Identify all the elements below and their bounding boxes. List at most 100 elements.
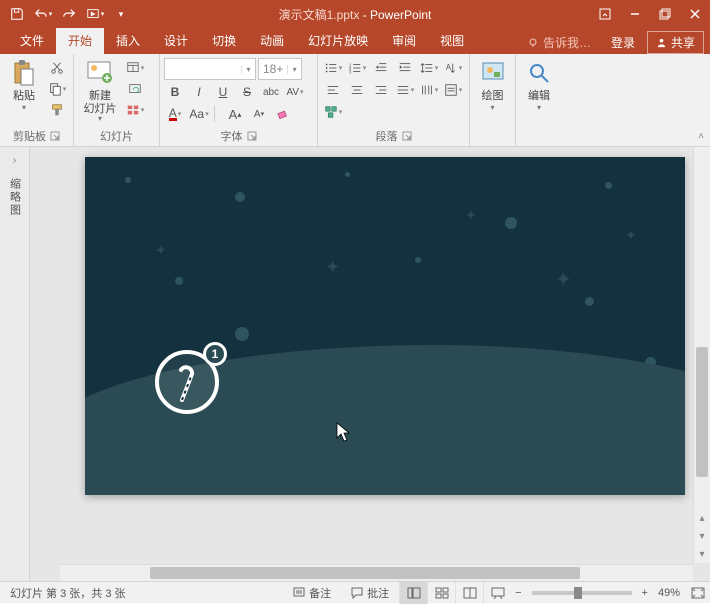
close-button[interactable] [680, 0, 710, 28]
line-spacing-button[interactable]: ▾ [418, 58, 440, 78]
chevron-down-icon: ▾ [287, 65, 301, 74]
copy-button[interactable]: ▾ [46, 79, 68, 99]
align-left-button[interactable] [322, 80, 344, 100]
window-controls [590, 0, 710, 28]
zoom-out-button[interactable]: − [511, 587, 525, 599]
signin-button[interactable]: 登录 [601, 34, 645, 51]
editing-button[interactable]: 编辑 ▾ [520, 56, 558, 112]
minimize-button[interactable] [620, 0, 650, 28]
sorter-view-button[interactable] [427, 582, 455, 604]
zoom-percent[interactable]: 49% [652, 587, 686, 599]
scroll-down-button[interactable]: ▾ [694, 545, 710, 563]
layout-button[interactable]: ▾ [124, 58, 146, 78]
bold-button[interactable]: B [164, 82, 186, 102]
tab-view[interactable]: 视图 [428, 28, 476, 54]
bullets-button[interactable]: ▾ [322, 58, 344, 78]
char-spacing-button[interactable]: AV▾ [284, 82, 306, 102]
text-direction-icon: A [444, 61, 458, 75]
numbering-icon: 123 [348, 61, 362, 75]
tab-insert[interactable]: 插入 [104, 28, 152, 54]
italic-button[interactable]: I [188, 82, 210, 102]
scrollbar-thumb[interactable] [150, 567, 580, 579]
tab-file[interactable]: 文件 [8, 28, 56, 54]
group-font: ▾ 18+▾ B I U S abc AV▾ A▾ Aa▾ A▴ A▾ 字体 [160, 54, 318, 146]
shadow-button[interactable]: abc [260, 82, 282, 102]
slide-counter[interactable]: 幻灯片 第 3 张，共 3 张 [0, 585, 136, 601]
qat-customize-button[interactable]: ▾ [108, 1, 134, 27]
horizontal-scrollbar[interactable] [60, 564, 693, 581]
decrease-indent-button[interactable] [370, 58, 392, 78]
decor-dot [605, 182, 612, 189]
tab-animations[interactable]: 动画 [248, 28, 296, 54]
new-slide-button[interactable]: 新建 幻灯片 ▾ [78, 56, 122, 123]
restore-button[interactable] [650, 0, 680, 28]
expand-thumbnails-button[interactable]: › [13, 155, 16, 166]
redo-button[interactable] [56, 1, 82, 27]
ribbon: 粘贴 ▾ ▾ 剪贴板 新建 幻灯片 ▾ ▾ ▾ 幻灯片 [0, 54, 710, 147]
increase-indent-button[interactable] [394, 58, 416, 78]
numbering-button[interactable]: 123▾ [346, 58, 368, 78]
underline-button[interactable]: U [212, 82, 234, 102]
save-button[interactable] [4, 1, 30, 27]
ribbon-display-options-button[interactable] [590, 0, 620, 28]
slideshow-view-button[interactable] [483, 582, 511, 604]
collapse-ribbon-button[interactable]: ˄ [692, 54, 710, 146]
scrollbar-thumb[interactable] [696, 347, 708, 477]
share-button[interactable]: 共享 [647, 31, 704, 54]
clear-formatting-button[interactable] [272, 104, 294, 124]
font-name-combo[interactable]: ▾ [164, 58, 256, 80]
dialog-launcher-icon[interactable] [247, 131, 257, 141]
strikethrough-button[interactable]: S [236, 82, 258, 102]
tab-design[interactable]: 设计 [152, 28, 200, 54]
slide-counter-text: 幻灯片 第 3 张，共 3 张 [10, 585, 126, 601]
comments-button[interactable]: 批注 [341, 585, 399, 601]
tab-transitions[interactable]: 切换 [200, 28, 248, 54]
justify-button[interactable]: ▾ [394, 80, 416, 100]
start-from-beginning-button[interactable]: ▾ [82, 1, 108, 27]
slide[interactable]: ✦ ✦ ✦ ✦ ✦ ✦ ✦ ✦ + + 1 [85, 157, 685, 495]
valign-icon [444, 83, 458, 97]
tell-me-search[interactable]: 告诉我… [519, 34, 599, 51]
tab-slideshow[interactable]: 幻灯片放映 [296, 28, 380, 54]
drawing-button[interactable]: 绘图 ▾ [474, 56, 511, 112]
zoom-in-button[interactable]: + [638, 587, 652, 599]
align-center-icon [350, 83, 364, 97]
font-color-button[interactable]: A▾ [164, 104, 186, 124]
section-button[interactable]: ▾ [124, 100, 146, 120]
align-center-button[interactable] [346, 80, 368, 100]
align-right-button[interactable] [370, 80, 392, 100]
tab-home[interactable]: 开始 [56, 28, 104, 54]
zoom-thumb[interactable] [574, 587, 582, 599]
dialog-launcher-icon[interactable] [402, 131, 412, 141]
decor-dot [175, 277, 183, 285]
dialog-launcher-icon[interactable] [50, 131, 60, 141]
zoom-slider[interactable] [532, 591, 632, 595]
badge-number: 1 [203, 342, 227, 366]
font-size-combo[interactable]: 18+▾ [258, 58, 302, 80]
paste-label: 粘贴 [13, 90, 35, 103]
reading-view-button[interactable] [455, 582, 483, 604]
fit-icon [691, 587, 705, 599]
fit-to-window-button[interactable] [686, 587, 710, 599]
format-painter-button[interactable] [46, 100, 68, 120]
normal-view-button[interactable] [399, 582, 427, 604]
cut-button[interactable] [46, 58, 68, 78]
paste-button[interactable]: 粘贴 ▾ [4, 56, 44, 112]
bullets-icon [324, 61, 338, 75]
convert-smartart-button[interactable]: ▾ [322, 102, 344, 122]
prev-slide-button[interactable]: ▴ [694, 509, 710, 527]
undo-button[interactable]: ▾ [30, 1, 56, 27]
shrink-font-button[interactable]: A▾ [248, 104, 270, 124]
vertical-scrollbar[interactable]: ▴ ▾ ▾ [693, 147, 710, 563]
candy-badge[interactable]: 1 [155, 350, 219, 414]
reset-button[interactable] [124, 79, 146, 99]
columns-button[interactable]: ▾ [418, 80, 440, 100]
decor-star: ✦ [625, 227, 637, 244]
change-case-button[interactable]: Aa▾ [188, 104, 210, 124]
notes-button[interactable]: 备注 [283, 585, 341, 601]
text-direction-button[interactable]: A▾ [442, 58, 464, 78]
tab-review[interactable]: 审阅 [380, 28, 428, 54]
align-text-button[interactable]: ▾ [442, 80, 464, 100]
grow-font-button[interactable]: A▴ [224, 104, 246, 124]
next-slide-button[interactable]: ▾ [694, 527, 710, 545]
